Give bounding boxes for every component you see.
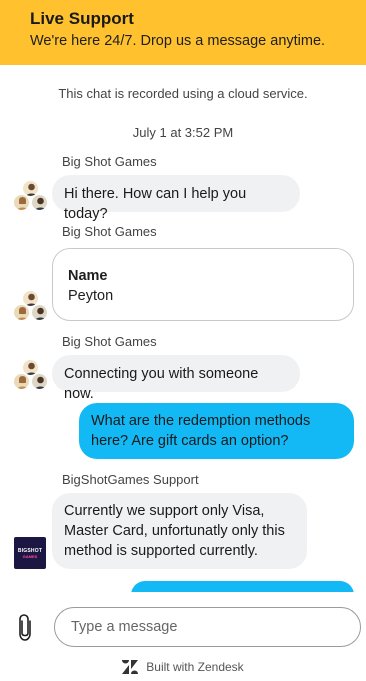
- message-sender-name: Big Shot Games: [62, 224, 157, 239]
- message-sender-name: Big Shot Games: [62, 154, 157, 169]
- user-message-bubble: What are the redemption methods here? Ar…: [79, 403, 354, 459]
- form-field-value: Peyton: [68, 288, 114, 304]
- message-input[interactable]: [54, 607, 361, 647]
- form-response-card: Name Peyton: [52, 248, 354, 321]
- agent-message-bubble: Hi there. How can I help you today?: [52, 175, 300, 222]
- message-text: What are the redemption methods here? Ar…: [91, 413, 311, 449]
- message-text: Connecting you with someone now.: [64, 366, 259, 402]
- avatar-face: [31, 373, 48, 390]
- recording-notice: This chat is recorded using a cloud serv…: [58, 86, 308, 101]
- bot-avatar-group: [13, 290, 48, 324]
- avatar-face: [13, 194, 30, 211]
- bot-avatar-group: [13, 180, 48, 214]
- avatar-face: [13, 304, 30, 321]
- conversation-timestamp: July 1 at 3:52 PM: [132, 125, 234, 140]
- agent-message-bubble: Currently we support only Visa, Master C…: [52, 493, 307, 569]
- support-brand-logo: BIGSHOT GAMES: [14, 537, 46, 569]
- message-sender-name: BigShotGames Support: [62, 472, 199, 487]
- footer-text: Built with Zendesk: [146, 660, 244, 674]
- powered-by-footer[interactable]: Built with Zendesk: [0, 657, 366, 677]
- header-title: Live Support: [30, 9, 134, 28]
- composer-background: [0, 592, 366, 606]
- message-text: Hi there. How can I help you today?: [64, 186, 247, 222]
- agent-message-bubble: Connecting you with someone now.: [52, 355, 300, 402]
- avatar-face: [31, 304, 48, 321]
- chat-header: Live Support We're here 24/7. Drop us a …: [0, 0, 366, 65]
- message-text: Currently we support only Visa, Master C…: [64, 503, 285, 559]
- zendesk-logo-icon: [122, 660, 139, 674]
- bot-avatar-group: [13, 359, 48, 393]
- paperclip-icon[interactable]: [15, 612, 37, 642]
- header-subtitle: We're here 24/7. Drop us a message anyti…: [30, 33, 326, 49]
- message-sender-name: Big Shot Games: [62, 334, 157, 349]
- avatar-face: [13, 373, 30, 390]
- form-field-label: Name: [68, 268, 108, 284]
- avatar-face: [31, 194, 48, 211]
